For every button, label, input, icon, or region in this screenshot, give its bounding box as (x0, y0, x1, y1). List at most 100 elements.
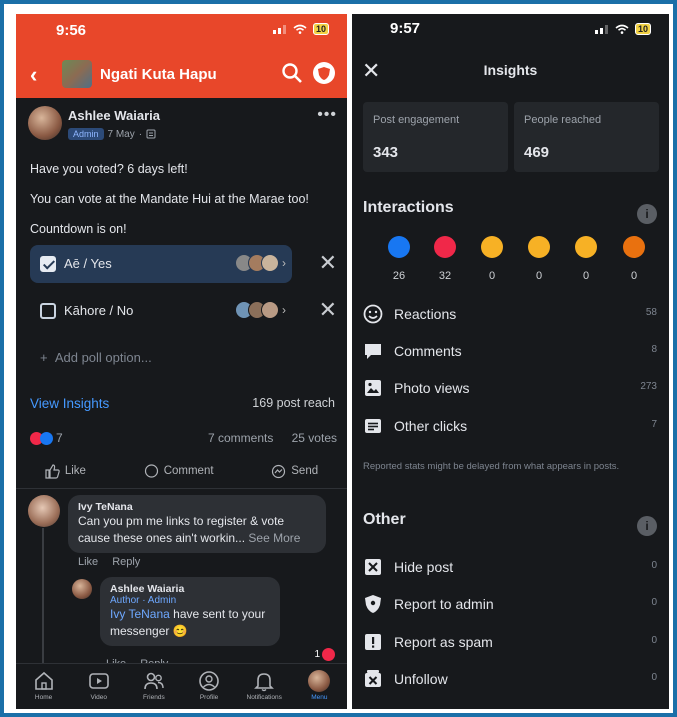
shield-icon (365, 595, 381, 613)
back-arrow-icon[interactable]: ‹ (30, 62, 37, 88)
post-text-line: Countdown is on! (30, 222, 127, 236)
row-value: 273 (640, 381, 657, 392)
search-icon[interactable] (281, 62, 303, 84)
other-row-report-admin[interactable]: Report to admin 0 (363, 592, 657, 618)
comment-button[interactable]: Comment (144, 458, 214, 484)
group-thumbnail[interactable] (62, 60, 92, 88)
status-time: 9:56 (56, 22, 87, 39)
send-button[interactable]: Send (271, 458, 318, 484)
bottom-tab-bar: Home Video Friends Profile Notifications… (16, 663, 347, 709)
poll-option-no[interactable]: Kāhore / No › (30, 292, 292, 330)
send-label: Send (291, 465, 319, 477)
add-poll-option[interactable]: + Add poll option... (40, 350, 152, 365)
profile-icon (199, 671, 219, 691)
stat-card: Post engagement 343 (363, 102, 508, 172)
tab-video[interactable]: Video (73, 670, 125, 701)
friends-icon (144, 672, 164, 690)
add-option-label: Add poll option... (54, 350, 152, 365)
separator: · (138, 128, 143, 140)
insights-screen: 9:57 10 ✕ Insights Post engagement 343 P… (352, 14, 669, 709)
interactions-heading: Interactions (363, 199, 454, 216)
checkbox-unchecked[interactable] (40, 303, 56, 319)
reply-author-name[interactable]: Ashlee Waiaria (110, 583, 270, 595)
post-meta: Admin 7 May · (68, 128, 156, 140)
view-insights-link[interactable]: View Insights (30, 396, 109, 411)
group-name[interactable]: Ngati Kuta Hapu (100, 66, 217, 83)
video-icon (88, 673, 109, 689)
other-row-report-spam[interactable]: Report as spam 0 (363, 630, 657, 656)
comment-reply-button[interactable]: Reply (112, 556, 140, 568)
photo-icon (365, 380, 381, 396)
reaction-summary[interactable]: 7 (30, 431, 63, 445)
angry-icon (623, 236, 645, 258)
row-value: 0 (651, 597, 657, 608)
votes-count[interactable]: 25 votes (292, 431, 337, 445)
divider (16, 488, 347, 489)
comments-count[interactable]: 7 comments (208, 431, 273, 445)
tab-friends[interactable]: Friends (128, 670, 180, 701)
info-icon[interactable]: i (637, 516, 657, 536)
tab-label: Video (90, 694, 107, 701)
row-value: 0 (651, 672, 657, 683)
poll-option-label: Aē / Yes (64, 256, 112, 271)
insight-row-comments[interactable]: Comments 8 (363, 339, 657, 365)
like-button[interactable]: Like (45, 458, 86, 484)
comment-icon (365, 344, 381, 359)
reply-avatar[interactable] (72, 579, 92, 599)
other-row-unfollow[interactable]: Unfollow 0 (363, 667, 657, 693)
tab-label: Friends (143, 694, 165, 701)
delay-note: Reported stats might be delayed from wha… (363, 461, 620, 472)
mention-link[interactable]: Ivy TeNana (110, 607, 170, 621)
poll-option-yes[interactable]: Aē / Yes › (30, 245, 292, 283)
voter-avatars[interactable]: › (235, 254, 286, 272)
row-value: 58 (645, 307, 657, 318)
sad-icon (575, 236, 597, 258)
tab-profile[interactable]: Profile (183, 670, 235, 701)
system-icons: 10 (272, 23, 329, 35)
status-bar: 9:57 10 (352, 14, 669, 46)
reaction-count: 32 (438, 270, 452, 282)
like-icon (40, 431, 53, 445)
stat-card: People reached 469 (514, 102, 659, 172)
row-value: 0 (651, 560, 657, 571)
tab-home[interactable]: Home (18, 670, 70, 701)
remove-option-icon[interactable]: ✕ (319, 250, 337, 276)
tab-label: Menu (311, 694, 328, 701)
commenter-name[interactable]: Ivy TeNana (78, 501, 316, 513)
comment-bubble[interactable]: Ivy TeNana Can you pm me links to regist… (68, 495, 326, 553)
commenter-avatar[interactable] (28, 495, 60, 527)
reply-bubble[interactable]: Ashlee Waiaria Author · Admin Ivy TeNana… (100, 577, 280, 646)
bell-icon (254, 673, 275, 692)
screenshot-frame: 9:56 10 ‹ Ngati Kuta Hapu Ashlee Waiaria (4, 4, 673, 713)
status-bar: 9:56 10 (16, 14, 347, 46)
group-nav: ‹ Ngati Kuta Hapu (16, 60, 347, 90)
tab-menu[interactable]: Menu (293, 670, 345, 701)
comment-like-button[interactable]: Like (78, 556, 98, 568)
insight-row-photo-views[interactable]: Photo views 273 (363, 376, 657, 402)
author-avatar[interactable] (28, 106, 62, 140)
row-value: 8 (651, 344, 657, 355)
wow-icon (528, 236, 550, 258)
remove-option-icon[interactable]: ✕ (319, 297, 337, 323)
row-label: Photo views (394, 380, 470, 396)
notif-count: 1 (314, 649, 320, 660)
more-options-icon[interactable]: ••• (317, 106, 337, 124)
admin-badge: Admin (68, 128, 104, 140)
insight-row-other-clicks[interactable]: Other clicks 7 (363, 414, 657, 440)
haha-icon (481, 236, 503, 258)
row-value: 7 (651, 419, 657, 430)
stat-label: People reached (524, 114, 602, 126)
plus-icon: + (40, 350, 48, 365)
other-row-hide-post[interactable]: Hide post 0 (363, 555, 657, 581)
checkbox-checked[interactable] (40, 256, 56, 272)
row-label: Unfollow (394, 671, 448, 687)
battery-icon: 10 (634, 23, 651, 35)
tab-notifications[interactable]: Notifications (238, 670, 290, 701)
post-actions: Like Comment Send (16, 458, 347, 484)
insight-row-reactions[interactable]: Reactions 58 (363, 302, 657, 328)
voter-avatars[interactable]: › (235, 301, 286, 319)
post-author[interactable]: Ashlee Waiaria (68, 108, 160, 123)
see-more-link[interactable]: See More (248, 531, 300, 545)
info-icon[interactable]: i (637, 204, 657, 224)
admin-shield-icon[interactable] (313, 62, 335, 84)
